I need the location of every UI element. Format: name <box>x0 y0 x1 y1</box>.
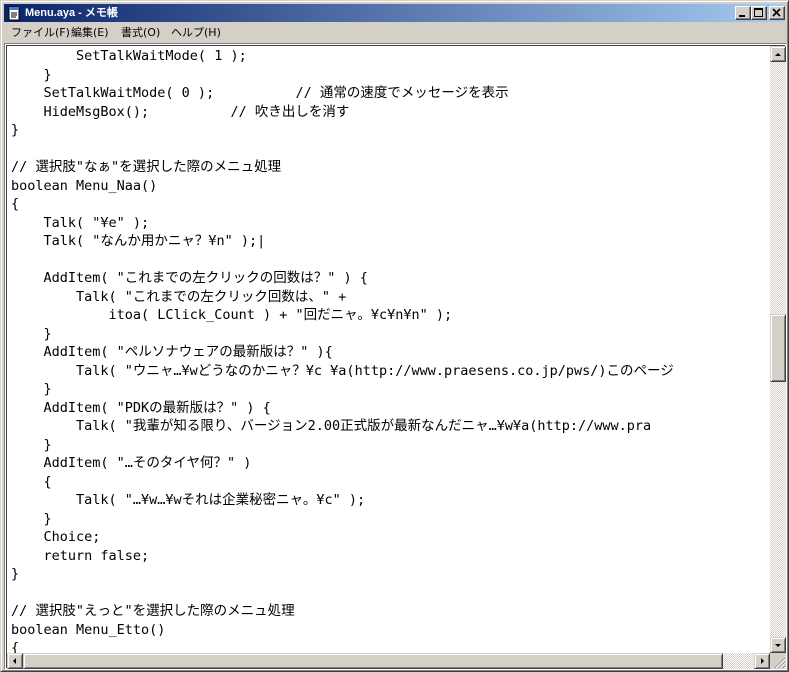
minimize-button[interactable] <box>735 6 751 20</box>
minimize-icon <box>739 15 745 17</box>
editor-line[interactable]: } <box>11 121 19 139</box>
title-bar[interactable]: Menu.aya - メモ帳 <box>4 4 785 22</box>
editor-line[interactable]: Talk( "これまでの左クリック回数は、" + <box>11 288 346 306</box>
arrow-down-icon <box>775 644 781 647</box>
editor-line[interactable]: } <box>11 436 52 454</box>
editor-line[interactable]: } <box>11 565 19 583</box>
editor-frame: SetTalkWaitMode( 1 ); } SetTalkWaitMode(… <box>4 43 787 670</box>
horizontal-scrollbar[interactable] <box>7 653 770 669</box>
editor-line[interactable]: } <box>11 510 52 528</box>
editor-line[interactable]: AddItem( "…そのタイヤ何？" ) <box>11 454 252 472</box>
editor-line[interactable]: } <box>11 66 52 84</box>
arrow-left-icon <box>13 658 16 664</box>
editor-line[interactable]: AddItem( "これまでの左クリックの回数は？" ) { <box>11 269 368 287</box>
scroll-up-button[interactable] <box>770 46 786 62</box>
editor-line[interactable]: boolean Menu_Etto() <box>11 621 165 639</box>
editor-line[interactable]: // 選択肢"なぁ"を選択した際のメニュ処理 <box>11 158 281 176</box>
editor-line[interactable]: Talk( "ウニャ…¥wどうなのかニャ？¥c ¥a(http://www.pr… <box>11 362 674 380</box>
close-icon <box>772 8 781 17</box>
editor-line[interactable]: SetTalkWaitMode( 1 ); <box>11 47 247 65</box>
notepad-window: Menu.aya - メモ帳 ファイル(F) 編集(E) 書式(O) ヘルプ(H… <box>0 0 789 672</box>
vertical-scrollbar[interactable] <box>770 46 786 653</box>
editor-line[interactable]: return false; <box>11 547 150 565</box>
editor-line[interactable]: Talk( "なんか用かニャ？¥n" );| <box>11 232 266 250</box>
editor-line[interactable]: } <box>11 325 52 343</box>
maximize-button[interactable] <box>751 6 767 20</box>
menu-format[interactable]: 書式(O) <box>118 25 163 40</box>
menu-edit[interactable]: 編集(E) <box>68 25 112 40</box>
scroll-right-button[interactable] <box>754 653 770 669</box>
menu-help[interactable]: ヘルプ(H) <box>168 25 224 40</box>
notepad-icon[interactable] <box>6 5 22 21</box>
editor-line[interactable]: // 選択肢"えっと"を選択した際のメニュ処理 <box>11 602 295 620</box>
editor-line[interactable]: Talk( "…¥w…¥wそれは企業秘密ニャ。¥c" ); <box>11 491 365 509</box>
window-title: Menu.aya - メモ帳 <box>25 7 118 19</box>
size-grip[interactable] <box>770 653 786 669</box>
editor-line[interactable]: { <box>11 473 52 491</box>
editor-line[interactable]: AddItem( "ペルソナウェアの最新版は？" ){ <box>11 343 333 361</box>
menu-file[interactable]: ファイル(F) <box>8 25 73 40</box>
editor-line[interactable]: Talk( "¥e" ); <box>11 214 150 232</box>
editor-line[interactable]: HideMsgBox(); // 吹き出しを消す <box>11 103 350 121</box>
editor-line[interactable]: { <box>11 195 19 213</box>
editor-line[interactable]: Talk( "我輩が知る限り、バージョン2.00正式版が最新なんだニャ…¥w¥a… <box>11 417 651 435</box>
scroll-down-button[interactable] <box>770 637 786 653</box>
vertical-scroll-thumb[interactable] <box>770 314 786 382</box>
editor-line[interactable]: Choice; <box>11 528 101 546</box>
editor-line[interactable]: boolean Menu_Naa() <box>11 177 157 195</box>
scroll-left-button[interactable] <box>7 653 23 669</box>
horizontal-scroll-thumb[interactable] <box>23 653 723 669</box>
maximize-icon <box>754 8 763 17</box>
close-button[interactable] <box>769 6 785 20</box>
resize-grip-icon <box>774 657 786 669</box>
editor-line[interactable]: { <box>11 639 19 653</box>
arrow-right-icon <box>761 658 764 664</box>
editor-line[interactable]: AddItem( "PDKの最新版は？" ) { <box>11 399 271 417</box>
text-editor[interactable]: SetTalkWaitMode( 1 ); } SetTalkWaitMode(… <box>7 46 770 653</box>
editor-line[interactable]: itoa( LClick_Count ) + "回だニャ。¥c¥n¥n" ); <box>11 306 453 324</box>
arrow-up-icon <box>775 53 781 56</box>
menu-bar: ファイル(F) 編集(E) 書式(O) ヘルプ(H) <box>4 23 785 42</box>
editor-line[interactable]: SetTalkWaitMode( 0 ); // 通常の速度でメッセージを表示 <box>11 84 509 102</box>
editor-line[interactable]: } <box>11 380 52 398</box>
